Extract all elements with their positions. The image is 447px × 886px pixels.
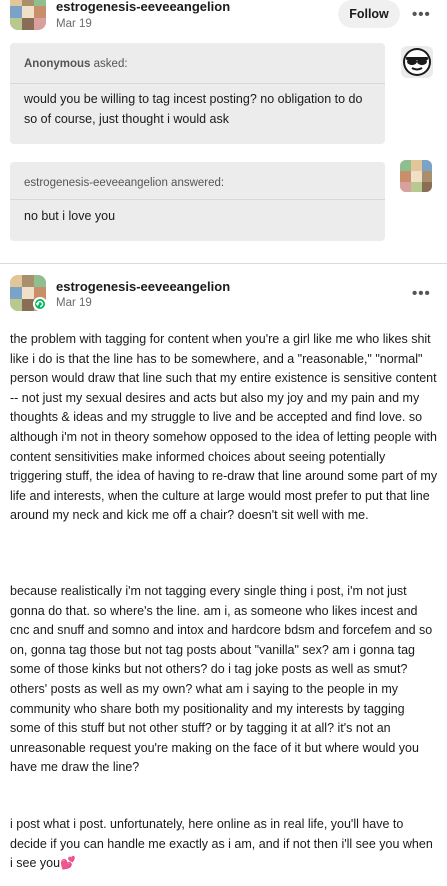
post2-paragraph-2: because realistically i'm not tagging ev… bbox=[10, 584, 433, 775]
post1-username[interactable]: estrogenesis-eeveeangelion bbox=[56, 0, 230, 14]
post2-more-button[interactable]: ••• bbox=[412, 285, 431, 302]
post2-paragraph-1: the problem with tagging for content whe… bbox=[10, 332, 438, 523]
asked-label: asked: bbox=[90, 58, 128, 70]
user-avatar-icon[interactable] bbox=[10, 0, 46, 30]
ask-bubble: Anonymous asked: would you be willing to… bbox=[10, 43, 385, 144]
ask-question: would you be willing to tag incest posti… bbox=[24, 92, 363, 126]
answer-bubble: estrogenesis-eeveeangelion answered: no … bbox=[10, 162, 385, 241]
post1-more-button[interactable]: ••• bbox=[412, 6, 431, 23]
user-avatar-icon[interactable] bbox=[400, 160, 432, 192]
post1-date[interactable]: Mar 19 bbox=[56, 18, 92, 30]
post2-date[interactable]: Mar 19 bbox=[56, 297, 92, 309]
answered-label: answered: bbox=[167, 177, 225, 189]
follow-button[interactable]: Follow bbox=[338, 0, 400, 28]
ask-divider bbox=[10, 83, 385, 84]
post2-header: estrogenesis-eeveeangelion Mar 19 ••• bbox=[0, 273, 447, 317]
post-separator bbox=[0, 263, 447, 264]
answer-header: estrogenesis-eeveeangelion answered: bbox=[24, 177, 224, 189]
anonymous-sunglasses-icon bbox=[401, 46, 433, 78]
post2-paragraph-3: i post what i post. unfortunately, here … bbox=[10, 817, 433, 871]
answer-text: no but i love you bbox=[24, 209, 116, 223]
asker-name[interactable]: Anonymous bbox=[24, 58, 90, 70]
green-refresh-badge-icon bbox=[33, 297, 47, 311]
answer-divider bbox=[10, 199, 385, 200]
answerer-name[interactable]: estrogenesis-eeveeangelion bbox=[24, 177, 168, 189]
post2-username[interactable]: estrogenesis-eeveeangelion bbox=[56, 279, 230, 294]
ask-header: Anonymous asked: bbox=[24, 58, 128, 70]
post1-header: estrogenesis-eeveeangelion Mar 19 Follow… bbox=[0, 0, 447, 44]
